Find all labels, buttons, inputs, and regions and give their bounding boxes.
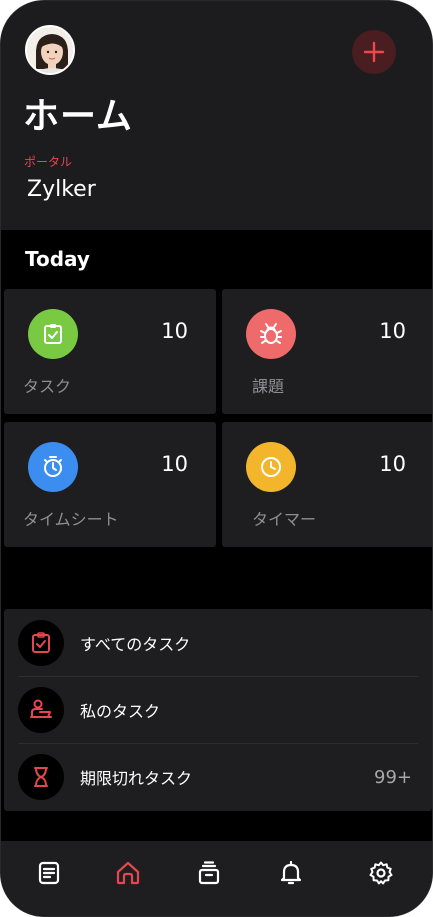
list-item-label: 期限切れタスク xyxy=(80,769,193,788)
today-card-issues[interactable]: 10 課題 xyxy=(222,289,432,414)
card-label: 課題 xyxy=(252,377,285,396)
list-item-overdue-tasks[interactable]: 期限切れタスク 99+ xyxy=(4,743,432,810)
nav-projects[interactable] xyxy=(187,851,231,895)
add-button[interactable] xyxy=(352,30,396,74)
today-card-tasks[interactable]: 10 タスク xyxy=(4,289,216,414)
person-desk-icon xyxy=(18,687,64,733)
clipboard-check-icon xyxy=(28,309,78,359)
bell-icon xyxy=(280,860,302,885)
portal-label: ポータル xyxy=(24,155,73,169)
section-title-today: Today xyxy=(25,247,90,271)
list-item-label: 私のタスク xyxy=(80,702,161,721)
settings-icon xyxy=(369,861,393,885)
list-item-all-tasks[interactable]: すべてのタスク xyxy=(4,609,432,676)
portal-selector[interactable]: Zylker xyxy=(27,177,96,202)
list-item-my-tasks[interactable]: 私のタスク xyxy=(4,676,432,743)
avatar[interactable] xyxy=(25,25,75,75)
nav-feed[interactable] xyxy=(27,851,71,895)
page-title: ホーム xyxy=(23,96,133,137)
card-count: 10 xyxy=(379,319,406,343)
card-count: 10 xyxy=(379,452,406,476)
app-screen: ホーム ポータル Zylker Today 10 タスク 10 課題 10 タイ… xyxy=(0,0,433,917)
today-card-timesheet[interactable]: 10 タイムシート xyxy=(4,422,216,547)
nav-home[interactable] xyxy=(106,851,150,895)
hourglass-icon xyxy=(18,754,64,800)
clipboard-check-icon xyxy=(18,620,64,666)
stopwatch-icon xyxy=(28,442,78,492)
today-card-timer[interactable]: 10 タイマー xyxy=(222,422,432,547)
clock-icon xyxy=(246,442,296,492)
card-label: タイマー xyxy=(252,510,317,529)
nav-settings[interactable] xyxy=(359,851,403,895)
task-shortcut-list: すべてのタスク 私のタスク 期限切れタスク 99+ xyxy=(4,609,432,811)
card-count: 10 xyxy=(161,452,188,476)
document-icon xyxy=(38,861,60,885)
card-count: 10 xyxy=(161,319,188,343)
bug-icon xyxy=(246,309,296,359)
home-icon xyxy=(116,861,140,885)
card-label: タスク xyxy=(23,377,72,396)
plus-icon xyxy=(363,41,385,63)
list-item-label: すべてのタスク xyxy=(80,635,191,654)
avatar-image xyxy=(27,27,73,73)
card-label: タイムシート xyxy=(23,510,119,529)
overdue-count: 99+ xyxy=(374,767,412,788)
nav-notifications[interactable] xyxy=(269,851,313,895)
bottom-nav xyxy=(1,841,432,916)
header: ホーム ポータル Zylker xyxy=(1,1,432,230)
projects-icon xyxy=(198,861,220,885)
